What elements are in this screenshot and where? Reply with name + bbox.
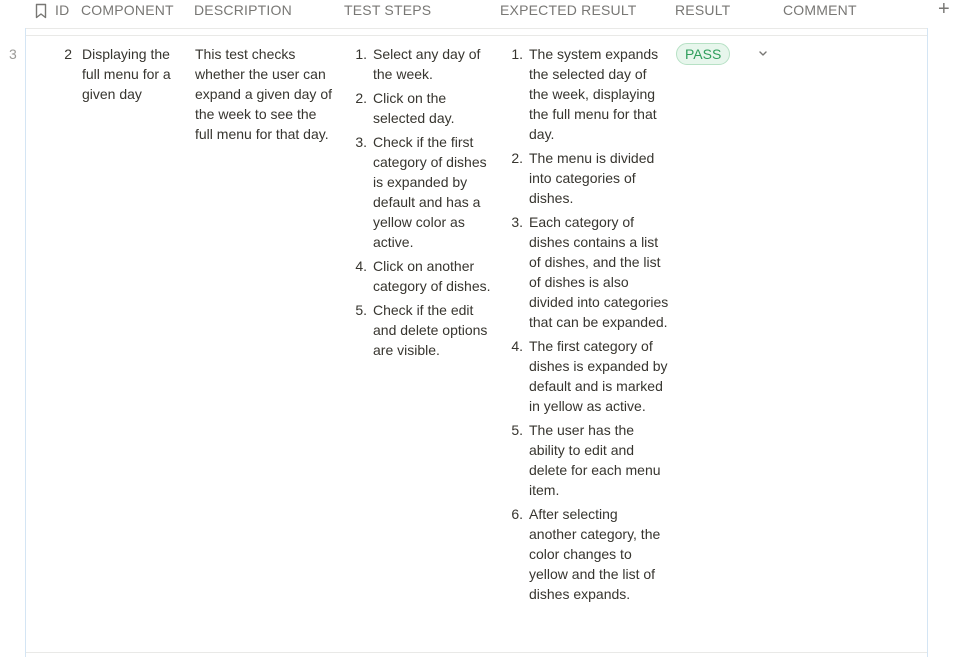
id-cell[interactable]: 2	[50, 44, 72, 64]
expected-result-item: 6. After selecting another category, the …	[511, 506, 661, 602]
test-step-item: 5. Check if the edit and delete options a…	[355, 302, 488, 358]
row-bottom-divider	[26, 652, 928, 653]
test-step-item: 3. Check if the first category of dishes …	[355, 134, 487, 250]
left-border	[25, 28, 26, 657]
chevron-down-icon[interactable]	[758, 50, 768, 58]
column-header-expected-result[interactable]: EXPECTED RESULT	[500, 2, 637, 18]
column-header-component[interactable]: COMPONENT	[81, 2, 174, 18]
column-header-id[interactable]: ID	[55, 2, 69, 18]
header-divider	[26, 28, 928, 29]
column-header-test-steps[interactable]: TEST STEPS	[344, 2, 431, 18]
expected-result-item: 4. The first category of dishes is expand…	[511, 338, 668, 414]
test-step-item: 2. Click on the selected day.	[355, 90, 455, 126]
table-header: ID COMPONENT DESCRIPTION TEST STEPS EXPE…	[0, 0, 967, 28]
test-steps-cell[interactable]: 1. Select any day of the week. 2. Click on…	[355, 44, 491, 364]
expected-result-cell[interactable]: 1. The system expands the selected day of…	[511, 44, 669, 608]
result-status-badge[interactable]: PASS	[676, 43, 731, 65]
column-header-description[interactable]: DESCRIPTION	[194, 2, 292, 18]
expected-result-item: 3. Each category of dishes contains a lis…	[511, 214, 669, 330]
row-number: 3	[9, 46, 17, 62]
expected-result-item: 5. The user has the ability to edit and d…	[511, 422, 661, 498]
bookmark-icon	[35, 3, 47, 19]
column-header-result[interactable]: RESULT	[675, 2, 730, 18]
right-border	[927, 28, 928, 657]
test-step-item: 4. Click on another category of dishes.	[355, 258, 491, 294]
expected-result-item: 1. The system expands the selected day of…	[511, 46, 659, 142]
column-header-comment[interactable]: COMMENT	[783, 2, 857, 18]
description-cell[interactable]: This test checks whether the user can ex…	[195, 44, 333, 144]
expected-result-item: 2. The menu is divided into categories of…	[511, 150, 655, 206]
component-cell[interactable]: Displaying the full menu for a given day	[82, 44, 180, 104]
add-column-icon[interactable]: +	[938, 0, 950, 21]
row-top-divider	[26, 35, 928, 36]
test-step-item: 1. Select any day of the week.	[355, 46, 481, 82]
